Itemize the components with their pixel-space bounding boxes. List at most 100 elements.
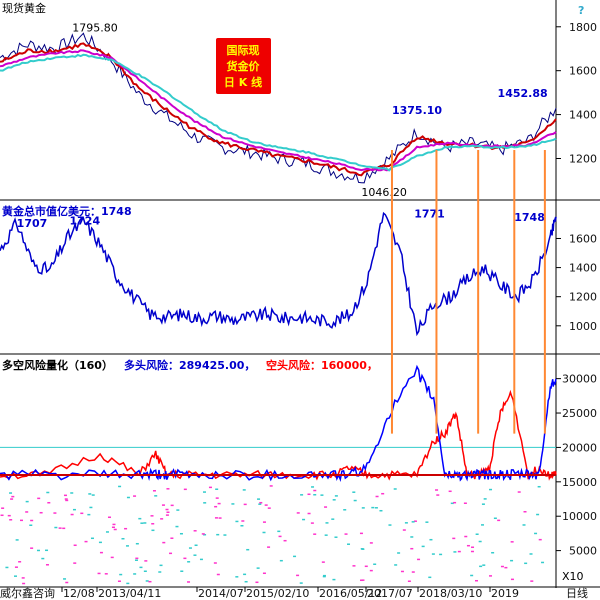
risk-dot: [150, 515, 154, 517]
risk-dot: [170, 537, 174, 539]
risk-dot: [393, 488, 397, 490]
risk-dot: [63, 578, 67, 580]
risk-dot: [463, 502, 467, 504]
risk-dot: [371, 506, 375, 509]
risk-dot: [407, 580, 411, 583]
market-cap-annotation: 1724: [70, 214, 101, 227]
risk-dot: [90, 537, 94, 540]
risk-dot: [134, 559, 138, 561]
risk-dot: [293, 555, 297, 558]
risk-dot: [334, 495, 338, 497]
risk-dot: [159, 564, 163, 567]
risk-dot: [162, 541, 166, 544]
risk-dot: [84, 540, 88, 543]
risk-dot: [483, 498, 487, 500]
risk-dot: [166, 511, 170, 514]
risk-dot: [324, 506, 328, 508]
risk-dot: [97, 572, 101, 575]
risk-dot: [54, 526, 58, 529]
risk-dot: [343, 509, 347, 511]
risk-dot: [107, 516, 111, 519]
risk-dot: [143, 522, 147, 524]
risk-tick-label: 30000: [562, 373, 597, 386]
risk-dot: [139, 566, 143, 569]
risk-dot: [510, 559, 514, 562]
risk-dot: [104, 573, 108, 575]
risk-dot: [369, 542, 373, 544]
risk-dot: [58, 527, 62, 529]
risk-dot: [87, 513, 91, 516]
risk-dot: [453, 551, 457, 553]
risk-dot: [216, 573, 220, 576]
x-tick-label: 2014/07: [198, 587, 244, 600]
risk-dot: [148, 580, 152, 583]
risk-dot: [1, 507, 5, 509]
risk-dot: [215, 497, 219, 499]
risk-dot: [166, 488, 170, 490]
risk-dot: [217, 502, 221, 505]
risk-dot: [126, 496, 130, 499]
risk-dot: [242, 489, 246, 491]
risk-dot: [154, 495, 158, 497]
risk-dot: [466, 544, 470, 547]
risk-dot: [537, 485, 541, 488]
risk-dot: [296, 574, 300, 577]
risk-dot: [267, 546, 271, 548]
risk-dot: [208, 486, 212, 489]
risk-dot: [267, 507, 271, 509]
risk-dot: [353, 499, 357, 502]
risk-dot: [497, 519, 501, 522]
risk-tick-label: 20000: [562, 441, 597, 454]
risk-dot: [397, 552, 401, 554]
risk-dot: [133, 495, 137, 497]
risk-dot: [322, 574, 326, 577]
risk-dot: [311, 486, 315, 488]
risk-dot: [70, 492, 74, 494]
risk-dot: [417, 558, 421, 561]
risk-dot: [110, 556, 114, 559]
risk-dot: [475, 579, 479, 582]
risk-dot: [30, 547, 34, 549]
risk-dot: [421, 545, 425, 548]
risk-dot: [320, 494, 324, 496]
risk-dot: [324, 534, 328, 536]
risk-dot: [119, 573, 123, 576]
risk-dot: [161, 504, 165, 506]
risk-dot: [91, 494, 95, 496]
risk-dot: [530, 580, 534, 582]
x-tick-label: 12/08: [63, 587, 95, 600]
risk-dot: [152, 490, 156, 492]
risk-dot: [105, 531, 109, 533]
risk-dot: [179, 532, 183, 535]
risk-dot: [262, 521, 266, 523]
risk-dot: [352, 491, 356, 493]
risk-dot: [523, 511, 527, 513]
risk-dot: [29, 524, 33, 527]
risk-dot: [482, 564, 486, 566]
risk-dot: [160, 518, 164, 520]
risk-dot: [332, 499, 336, 501]
risk-dot: [73, 544, 77, 547]
price-badge-line-1: 国际现: [227, 43, 260, 57]
risk-dot: [10, 498, 14, 500]
x-tick-label: 2017/07: [367, 587, 413, 600]
risk-dot: [479, 565, 483, 568]
price-tick-label: 1600: [569, 65, 597, 78]
risk-dot: [18, 561, 22, 563]
risk-dot: [223, 534, 227, 536]
risk-dot: [194, 544, 198, 547]
risk-dot: [45, 564, 49, 566]
risk-dot: [64, 498, 68, 500]
help-icon[interactable]: ?: [578, 4, 584, 17]
risk-dot: [347, 543, 351, 545]
x-tick-label: 2019: [491, 587, 519, 600]
risk-dot: [25, 500, 29, 503]
risk-dot: [218, 517, 222, 519]
risk-dot: [151, 523, 155, 525]
risk-dot: [481, 503, 485, 505]
risk-dot: [373, 563, 377, 565]
risk-dot: [259, 501, 263, 504]
risk-dot: [510, 578, 514, 581]
risk-dot: [400, 570, 404, 573]
risk-dot: [374, 507, 378, 509]
